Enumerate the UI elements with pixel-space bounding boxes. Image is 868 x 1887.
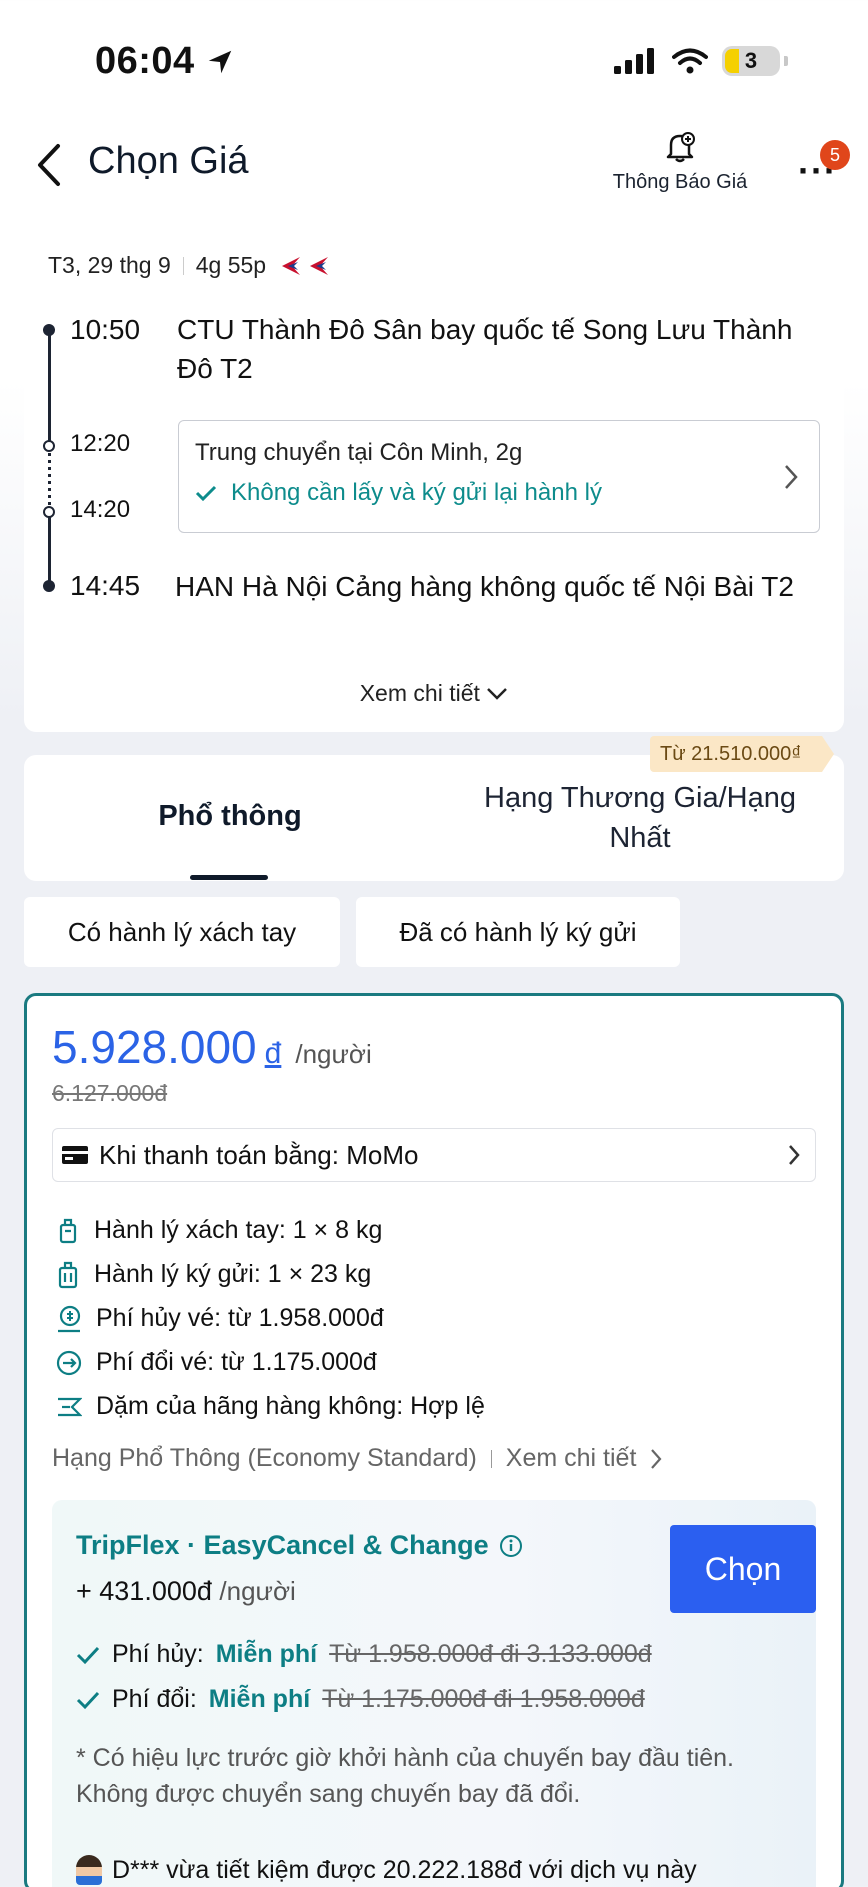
- business-from-price-tag: Từ 21.510.000₫: [650, 736, 834, 772]
- choose-button[interactable]: Chọn: [670, 1525, 816, 1613]
- timeline-end-dot: [43, 580, 55, 592]
- fare-class-row[interactable]: Hạng Phổ Thông (Economy Standard) Xem ch…: [52, 1444, 662, 1473]
- flight-duration: 4g 55p: [195, 252, 267, 278]
- flight-meta: T3, 29 thg 9 4g 55p: [48, 252, 336, 279]
- feature-miles: Dặm của hãng hàng không: Hợp lệ: [56, 1392, 485, 1421]
- flight-details-link[interactable]: Xem chi tiết: [0, 680, 868, 707]
- change-free: Miễn phí: [208, 1685, 311, 1713]
- chevron-down-icon: [487, 688, 508, 700]
- tripflex-price-value: + 431.000đ: [76, 1576, 212, 1606]
- transit-info-box[interactable]: Trung chuyển tại Côn Minh, 2g Không cần …: [178, 420, 820, 533]
- cancel-free: Miễn phí: [215, 1640, 318, 1668]
- tripflex-change-line: Phí đổi: Miễn phí Từ 1.175.000đ đi 1.958…: [76, 1685, 645, 1714]
- tripflex-cancel-line: Phí hủy: Miễn phí Từ 1.958.000đ đi 3.133…: [76, 1640, 652, 1669]
- divider: [182, 256, 184, 275]
- avatar: [76, 1855, 102, 1885]
- fare-price-value: 5.928.000: [52, 1021, 257, 1073]
- location-arrow-icon: [208, 50, 231, 73]
- feature-text: Hành lý ký gửi: 1 × 23 kg: [94, 1260, 372, 1288]
- baggage-transfer-note: Không cần lấy và ký gửi lại hành lý: [231, 479, 602, 506]
- wifi-icon: [672, 48, 708, 74]
- cancel-old-fee: Từ 1.958.000đ đi 3.133.000đ: [329, 1640, 652, 1668]
- battery-tip: [784, 56, 788, 66]
- airline-logo-icon: [282, 256, 329, 275]
- tripflex-title-text: TripFlex · EasyCancel & Change: [76, 1530, 489, 1560]
- bell-plus-icon: [666, 132, 695, 163]
- arrive-place: HAN Hà Nội Cảng hàng không quốc tế Nội B…: [175, 571, 794, 602]
- tripflex-note: * Có hiệu lực trước giờ khởi hành của ch…: [76, 1744, 735, 1808]
- depart-time: 10:50: [70, 314, 141, 345]
- back-arrow-icon[interactable]: [30, 140, 70, 190]
- feature-change-fee: Phí đổi vé: từ 1.175.000đ: [56, 1348, 377, 1377]
- chevron-right-icon: [651, 1448, 662, 1469]
- price-alert-label: Thông Báo Giá: [612, 171, 748, 193]
- arrive-time: 14:45: [70, 570, 141, 601]
- payment-method-label: Khi thanh toán bằng: MoMo: [99, 1139, 419, 1170]
- flight-date: T3, 29 thg 9: [48, 252, 171, 278]
- check-icon: [76, 1691, 100, 1709]
- info-icon[interactable]: [499, 1534, 523, 1558]
- chevron-right-icon: [789, 1145, 800, 1165]
- saved-text: D*** vừa tiết kiệm được 20.222.188đ với …: [112, 1855, 697, 1884]
- fare-class-name: Hạng Phổ Thông (Economy Standard): [52, 1444, 477, 1472]
- carry-on-bag-icon: [59, 1218, 77, 1243]
- page-title: Chọn Giá: [88, 140, 249, 182]
- divider: [490, 1449, 492, 1468]
- status-indicators: 3: [614, 46, 788, 76]
- tab-business[interactable]: Hạng Thương Gia/Hạng Nhất: [460, 778, 820, 858]
- fare-class-details: Xem chi tiết: [505, 1444, 637, 1472]
- filter-checked-bag[interactable]: Đã có hành lý ký gửi: [356, 897, 680, 967]
- change-old-fee: Từ 1.175.000đ đi 1.958.000đ: [322, 1685, 645, 1713]
- tab-economy[interactable]: Phổ thông: [120, 800, 340, 833]
- check-icon: [195, 485, 217, 502]
- feature-text: Hành lý xách tay: 1 × 8 kg: [94, 1216, 383, 1244]
- price-alert-button[interactable]: Thông Báo Giá: [600, 130, 760, 194]
- change-flight-icon: [56, 1350, 82, 1375]
- notification-badge: 5: [820, 140, 850, 170]
- feature-text: Phí hủy vé: từ 1.958.000đ: [96, 1304, 384, 1332]
- tripflex-social-proof: D*** vừa tiết kiệm được 20.222.188đ với …: [76, 1855, 697, 1885]
- status-time: 06:04: [95, 40, 235, 83]
- transit-depart-time: 14:20: [70, 496, 131, 523]
- status-time-text: 06:04: [95, 40, 195, 82]
- signal-icon: [614, 48, 654, 74]
- feature-checked-bag: Hành lý ký gửi: 1 × 23 kg: [56, 1260, 371, 1289]
- battery-level: 3: [744, 48, 758, 73]
- filter-carry-on[interactable]: Có hành lý xách tay: [24, 897, 340, 967]
- feature-text: Phí đổi vé: từ 1.175.000đ: [96, 1348, 377, 1376]
- cancel-fee-icon: [58, 1305, 81, 1332]
- cancel-label: Phí hủy:: [112, 1640, 204, 1668]
- feature-cancel-fee: Phí hủy vé: từ 1.958.000đ: [56, 1304, 384, 1333]
- feature-text: Dặm của hãng hàng không: Hợp lệ: [96, 1392, 485, 1420]
- fare-old-price: 6.127.000đ: [52, 1080, 168, 1106]
- check-icon: [76, 1646, 100, 1664]
- timeline-transit-out-dot: [43, 506, 55, 518]
- tab-active-indicator: [190, 875, 268, 880]
- credit-card-icon: [62, 1146, 88, 1164]
- feature-carry-on: Hành lý xách tay: 1 × 8 kg: [56, 1216, 382, 1245]
- battery-icon: 3: [722, 46, 780, 76]
- change-label: Phí đổi:: [112, 1685, 197, 1713]
- timeline-start-dot: [43, 324, 55, 336]
- fare-price: 5.928.000 đ /người: [52, 1020, 372, 1074]
- tripflex-title: TripFlex · EasyCancel & Change: [76, 1530, 523, 1561]
- miles-icon: [58, 1397, 82, 1416]
- timeline-transit-dotted: [48, 446, 51, 512]
- fare-currency: đ: [264, 1037, 282, 1070]
- timeline-transit-in-dot: [43, 440, 55, 452]
- depart-place: CTU Thành Đô Sân bay quốc tế Song Lưu Th…: [177, 314, 793, 384]
- tripflex-per-person: /người: [219, 1576, 296, 1606]
- flight-details-label: Xem chi tiết: [359, 680, 480, 706]
- chevron-right-icon: [785, 465, 798, 489]
- checked-bag-icon: [58, 1261, 78, 1288]
- fare-per-person: /người: [295, 1039, 372, 1069]
- payment-method-row[interactable]: Khi thanh toán bằng: MoMo: [52, 1128, 816, 1182]
- transit-text: Trung chuyển tại Côn Minh, 2g: [195, 439, 523, 466]
- tripflex-price: + 431.000đ /người: [76, 1576, 296, 1607]
- transit-arrive-time: 12:20: [70, 430, 131, 457]
